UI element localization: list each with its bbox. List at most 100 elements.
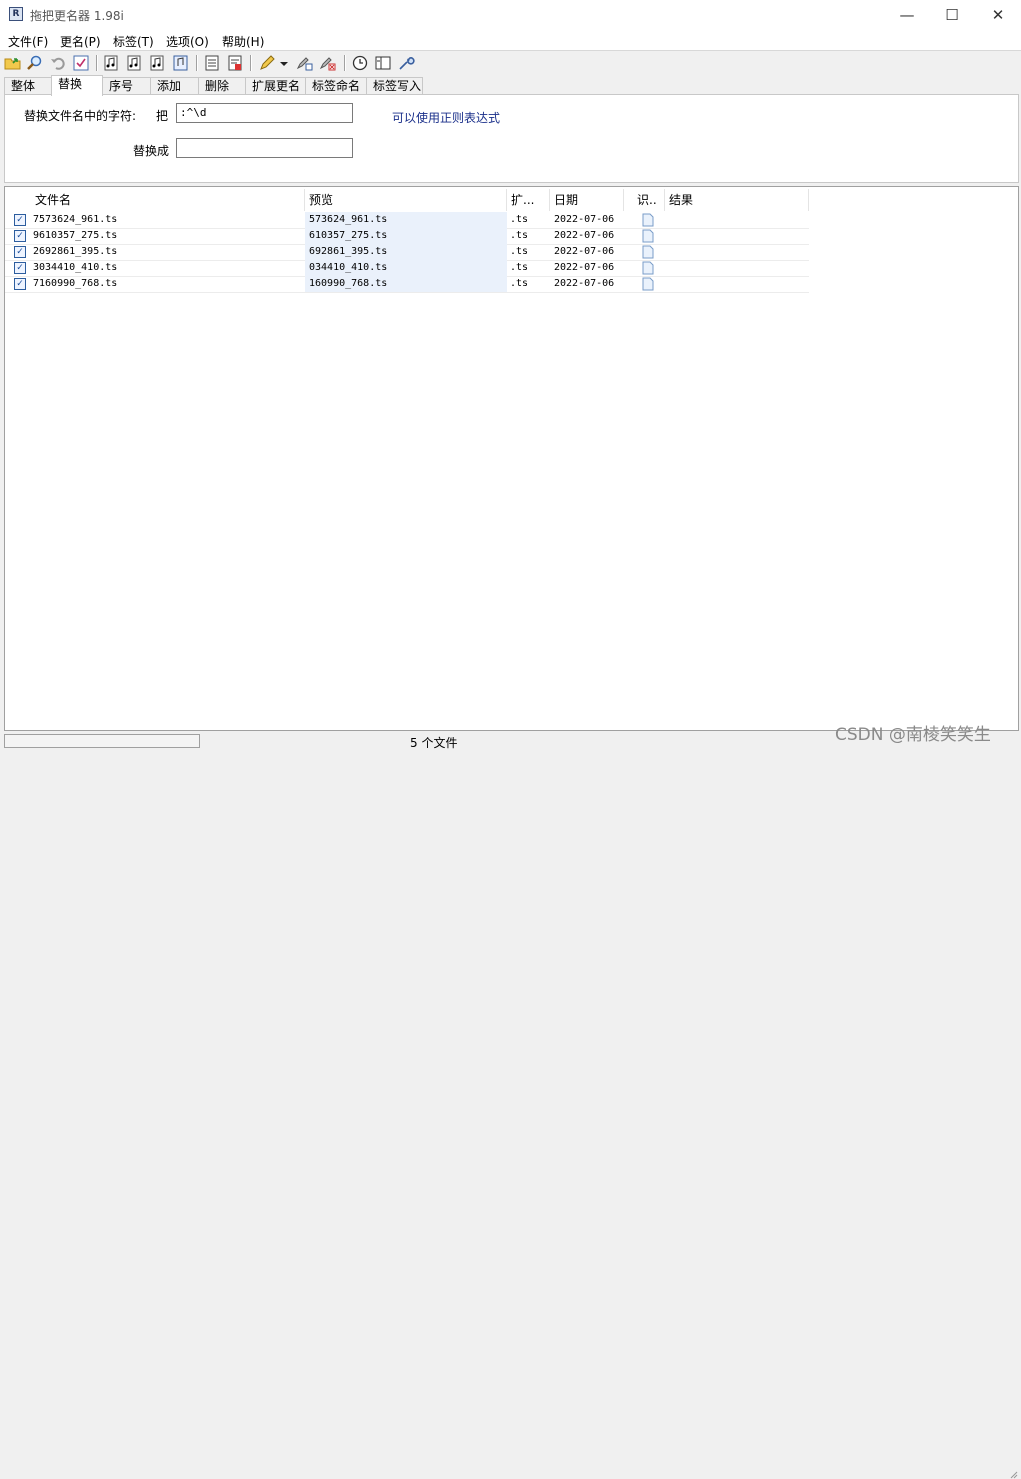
dropdown-arrow-icon[interactable] — [279, 54, 289, 72]
row-checkbox[interactable]: ✓ — [14, 214, 26, 226]
tab-delete[interactable]: 删除 — [198, 77, 246, 95]
cell-date: 2022-07-06 — [554, 230, 615, 241]
find-prefix-label: 把 — [156, 109, 169, 123]
tab-sequence[interactable]: 序号 — [102, 77, 151, 95]
cell-filename: 7573624_961.ts — [33, 214, 118, 225]
panel-icon[interactable] — [374, 54, 392, 72]
file-type-icon — [642, 277, 654, 291]
find-input[interactable]: :^\d — [176, 103, 353, 123]
table-row[interactable]: ✓ 7573624_961.ts 573624_961.ts .ts 2022-… — [5, 212, 809, 229]
cell-filename: 7160990_768.ts — [33, 278, 118, 289]
row-checkbox[interactable]: ✓ — [14, 262, 26, 274]
row-checkbox[interactable]: ✓ — [14, 278, 26, 290]
cell-preview: 610357_275.ts — [305, 228, 507, 244]
file-type-icon — [642, 245, 654, 259]
cell-result — [669, 212, 809, 228]
menu-file[interactable]: 文件(F) — [8, 33, 48, 50]
toolbar-separator — [250, 55, 252, 71]
column-header-extension[interactable]: 扩... — [507, 189, 550, 211]
replace-input[interactable] — [176, 138, 353, 158]
app-icon: R — [9, 7, 23, 21]
file-count-status: 5 个文件 — [410, 736, 458, 750]
cell-preview: 160990_768.ts — [305, 276, 507, 292]
toolbar-separator — [344, 55, 346, 71]
title-bar: R 拖把更名器 1.98i — ☐ ✕ — [0, 0, 1021, 30]
replace-label: 替换成 — [133, 144, 170, 158]
column-header-filename[interactable]: 文件名 — [31, 189, 305, 211]
document-icon[interactable] — [203, 54, 221, 72]
pencil-icon[interactable] — [258, 54, 276, 72]
pencil-delete-icon[interactable] — [319, 54, 337, 72]
cell-filename: 9610357_275.ts — [33, 230, 118, 241]
toolbar — [0, 51, 1021, 75]
toolbar-separator — [96, 55, 98, 71]
menu-rename[interactable]: 更名(P) — [60, 33, 101, 50]
column-header-date[interactable]: 日期 — [550, 189, 624, 211]
cell-filename: 2692861_395.ts — [33, 246, 118, 257]
cell-date: 2022-07-06 — [554, 246, 615, 257]
close-button[interactable]: ✕ — [975, 0, 1021, 30]
cell-result — [669, 244, 809, 260]
column-header-id[interactable]: 识.. — [633, 189, 665, 211]
column-header-result[interactable]: 结果 — [665, 189, 809, 211]
table-row[interactable]: ✓ 9610357_275.ts 610357_275.ts .ts 2022-… — [5, 228, 809, 245]
minimize-button[interactable]: — — [884, 0, 930, 30]
maximize-button[interactable]: ☐ — [929, 0, 975, 30]
pencil-add-icon[interactable] — [296, 54, 314, 72]
clock-icon[interactable] — [351, 54, 369, 72]
music-export-icon[interactable] — [172, 54, 190, 72]
open-folder-icon[interactable] — [4, 54, 22, 72]
search-icon[interactable] — [26, 54, 44, 72]
menu-bar: 文件(F) 更名(P) 标签(T) 选项(O) 帮助(H) — [0, 30, 1021, 51]
file-list[interactable]: 文件名 预览 扩... 日期 识.. 结果 ✓ 7573624_961.ts 5… — [4, 186, 1019, 731]
tab-tag-write[interactable]: 标签写入 — [366, 77, 423, 95]
check-icon[interactable] — [72, 54, 90, 72]
menu-options[interactable]: 选项(O) — [166, 33, 209, 50]
cell-extension: .ts — [510, 230, 529, 241]
cell-result — [669, 228, 809, 244]
menu-help[interactable]: 帮助(H) — [222, 33, 264, 50]
tab-extension-rename[interactable]: 扩展更名 — [245, 77, 306, 95]
tab-strip: 整体 替换 序号 添加 删除 扩展更名 标签命名 标签写入 — [0, 75, 1021, 96]
cell-result — [669, 260, 809, 276]
cell-date: 2022-07-06 — [554, 278, 615, 289]
undo-icon[interactable] — [49, 54, 67, 72]
cell-filename: 3034410_410.ts — [33, 262, 118, 273]
column-header-preview[interactable]: 预览 — [305, 189, 507, 211]
tools-icon[interactable] — [397, 54, 415, 72]
document-edit-icon[interactable] — [226, 54, 244, 72]
tab-overall[interactable]: 整体 — [4, 77, 52, 95]
menu-tags[interactable]: 标签(T) — [113, 33, 154, 50]
file-type-icon — [642, 261, 654, 275]
progress-bar — [4, 734, 200, 748]
cell-preview: 573624_961.ts — [305, 212, 507, 228]
table-row[interactable]: ✓ 7160990_768.ts 160990_768.ts .ts 2022-… — [5, 276, 809, 293]
cell-date: 2022-07-06 — [554, 262, 615, 273]
file-type-icon — [642, 213, 654, 227]
tab-replace[interactable]: 替换 — [51, 75, 103, 96]
cell-preview: 034410_410.ts — [305, 260, 507, 276]
music-replace-icon[interactable] — [126, 54, 144, 72]
cell-date: 2022-07-06 — [554, 214, 615, 225]
music-list-icon[interactable] — [103, 54, 121, 72]
regex-hint: 可以使用正则表达式 — [392, 111, 501, 125]
row-checkbox[interactable]: ✓ — [14, 246, 26, 258]
resize-grip-icon[interactable] — [1008, 1469, 1018, 1479]
replace-panel: 替换文件名中的字符: 把 :^\d 可以使用正则表达式 替换成 — [4, 94, 1019, 183]
cell-result — [669, 276, 809, 292]
row-checkbox[interactable]: ✓ — [14, 230, 26, 242]
tab-tag-naming[interactable]: 标签命名 — [305, 77, 367, 95]
window-title: 拖把更名器 1.98i — [30, 9, 124, 23]
music-tag-icon[interactable] — [149, 54, 167, 72]
tab-add[interactable]: 添加 — [150, 77, 199, 95]
watermark: CSDN @南棱笑笑生 — [835, 725, 991, 745]
cell-extension: .ts — [510, 262, 529, 273]
file-type-icon — [642, 229, 654, 243]
find-label: 替换文件名中的字符: — [24, 109, 137, 123]
cell-extension: .ts — [510, 246, 529, 257]
cell-extension: .ts — [510, 278, 529, 289]
table-row[interactable]: ✓ 3034410_410.ts 034410_410.ts .ts 2022-… — [5, 260, 809, 277]
cell-extension: .ts — [510, 214, 529, 225]
table-row[interactable]: ✓ 2692861_395.ts 692861_395.ts .ts 2022-… — [5, 244, 809, 261]
toolbar-separator — [196, 55, 198, 71]
